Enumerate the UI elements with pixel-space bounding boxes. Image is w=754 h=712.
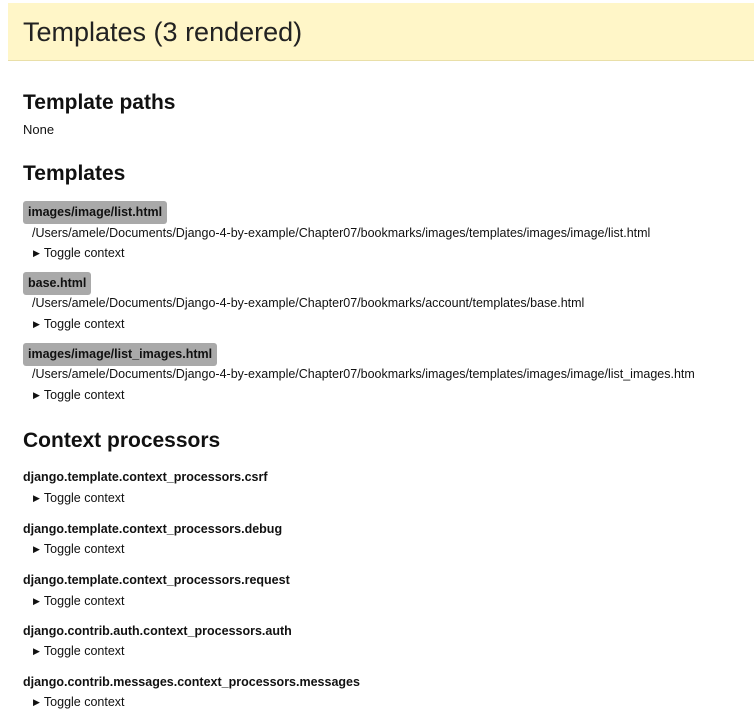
template-paths-heading: Template paths (23, 91, 176, 114)
toggle-context-link[interactable]: ▶ Toggle context (33, 593, 125, 609)
toggle-context-link[interactable]: ▶ Toggle context (33, 245, 125, 261)
toggle-context-label: Toggle context (43, 594, 125, 608)
toggle-context-label: Toggle context (43, 388, 125, 402)
toggle-context-label: Toggle context (43, 491, 125, 505)
disclosure-triangle-icon: ▶ (33, 248, 40, 258)
disclosure-triangle-icon: ▶ (33, 319, 40, 329)
context-processors-heading: Context processors (23, 429, 221, 452)
template-name-badge: images/image/list_images.html (23, 343, 218, 366)
context-processor-name: django.template.context_processors.debug (23, 522, 283, 536)
toggle-context-label: Toggle context (43, 695, 125, 709)
context-processor-name: django.contrib.auth.context_processors.a… (23, 624, 292, 638)
disclosure-triangle-icon: ▶ (33, 697, 40, 707)
disclosure-triangle-icon: ▶ (33, 646, 40, 656)
template-file-path: /Users/amele/Documents/Django-4-by-examp… (32, 226, 651, 240)
template-paths-value: None (23, 122, 55, 137)
template-name-badge: images/image/list.html (23, 201, 168, 224)
disclosure-triangle-icon: ▶ (33, 493, 40, 503)
debug-toolbar-templates-panel: Templates (3 rendered) Template paths No… (0, 0, 754, 712)
context-processor-name: django.contrib.messages.context_processo… (23, 675, 360, 689)
context-processor-name: django.template.context_processors.csrf (23, 470, 268, 484)
template-name-badge: base.html (23, 272, 92, 295)
toggle-context-label: Toggle context (43, 246, 125, 260)
toggle-context-link[interactable]: ▶ Toggle context (33, 643, 125, 659)
toggle-context-link[interactable]: ▶ Toggle context (33, 541, 125, 557)
toggle-context-link[interactable]: ▶ Toggle context (33, 387, 125, 403)
templates-heading: Templates (23, 162, 126, 185)
toggle-context-label: Toggle context (43, 644, 125, 658)
template-file-path: /Users/amele/Documents/Django-4-by-examp… (32, 296, 585, 310)
toggle-context-label: Toggle context (43, 542, 125, 556)
toggle-context-link[interactable]: ▶ Toggle context (33, 694, 125, 710)
disclosure-triangle-icon: ▶ (33, 544, 40, 554)
toggle-context-link[interactable]: ▶ Toggle context (33, 316, 125, 332)
panel-title: Templates (3 rendered) (23, 17, 303, 47)
disclosure-triangle-icon: ▶ (33, 596, 40, 606)
toggle-context-link[interactable]: ▶ Toggle context (33, 490, 125, 506)
toggle-context-label: Toggle context (43, 317, 125, 331)
panel-header: Templates (3 rendered) (8, 3, 754, 61)
context-processor-name: django.template.context_processors.reque… (23, 573, 290, 587)
template-file-path: /Users/amele/Documents/Django-4-by-examp… (32, 367, 695, 381)
disclosure-triangle-icon: ▶ (33, 390, 40, 400)
